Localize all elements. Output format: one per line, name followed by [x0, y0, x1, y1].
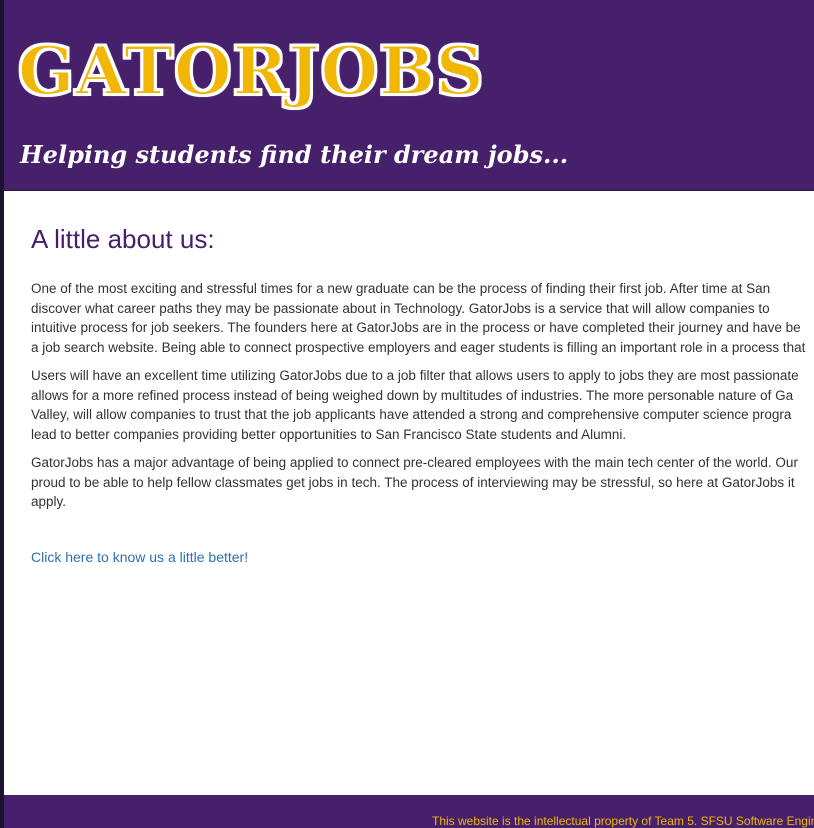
- paragraph-line: Valley, will allow companies to trust th…: [31, 407, 792, 422]
- know-us-better-link[interactable]: Click here to know us a little better!: [31, 549, 248, 565]
- paragraph-line: GatorJobs has a major advantage of being…: [31, 455, 798, 470]
- about-paragraph: One of the most exciting and stressful t…: [31, 279, 814, 357]
- paragraph-line: allows for a more refined process instea…: [31, 387, 794, 403]
- paragraph-line: a job search website. Being able to conn…: [31, 339, 806, 355]
- paragraph-line: discover what career paths they may be p…: [31, 300, 770, 316]
- paragraph-line: Users will have an excellent time utiliz…: [31, 368, 799, 383]
- paragraph-line: proud to be able to help fellow classmat…: [31, 474, 795, 490]
- paragraph-line: apply.: [31, 494, 67, 509]
- paragraph-line: intuitive process for job seekers. The f…: [31, 320, 801, 335]
- page-title: A little about us:: [31, 224, 215, 254]
- site-tagline: Helping students find their dream jobs..…: [20, 140, 569, 169]
- copyright-notice: This website is the intellectual propert…: [432, 814, 814, 828]
- paragraph-line: One of the most exciting and stressful t…: [31, 281, 771, 296]
- about-paragraph: GatorJobs has a major advantage of being…: [31, 453, 814, 512]
- site-header: GATORJOBS Helping students find their dr…: [4, 0, 814, 191]
- site-logo[interactable]: GATORJOBS: [17, 37, 485, 105]
- page: GATORJOBS Helping students find their dr…: [4, 0, 814, 828]
- about-paragraph: Users will have an excellent time utiliz…: [31, 366, 814, 444]
- paragraph-line: lead to better companies providing bette…: [31, 426, 627, 442]
- site-footer: This website is the intellectual propert…: [4, 795, 814, 828]
- about-section: A little about us: One of the most excit…: [31, 224, 814, 567]
